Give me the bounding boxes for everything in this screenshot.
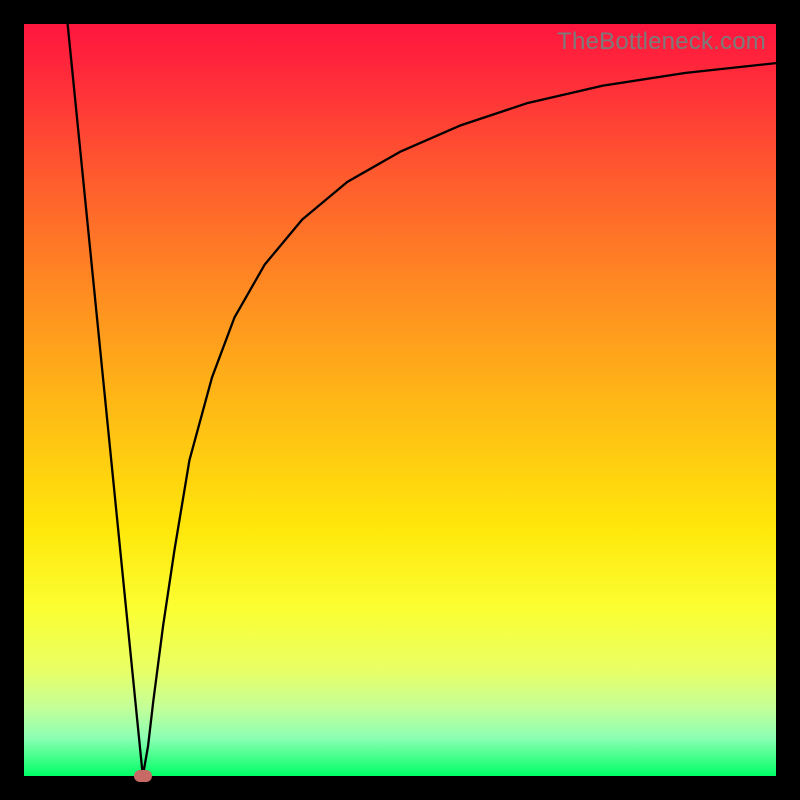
chart-frame: TheBottleneck.com <box>0 0 800 800</box>
plot-area: TheBottleneck.com <box>24 24 776 776</box>
minimum-marker <box>134 770 152 782</box>
curve-path <box>68 24 776 776</box>
curve-svg <box>24 24 776 776</box>
